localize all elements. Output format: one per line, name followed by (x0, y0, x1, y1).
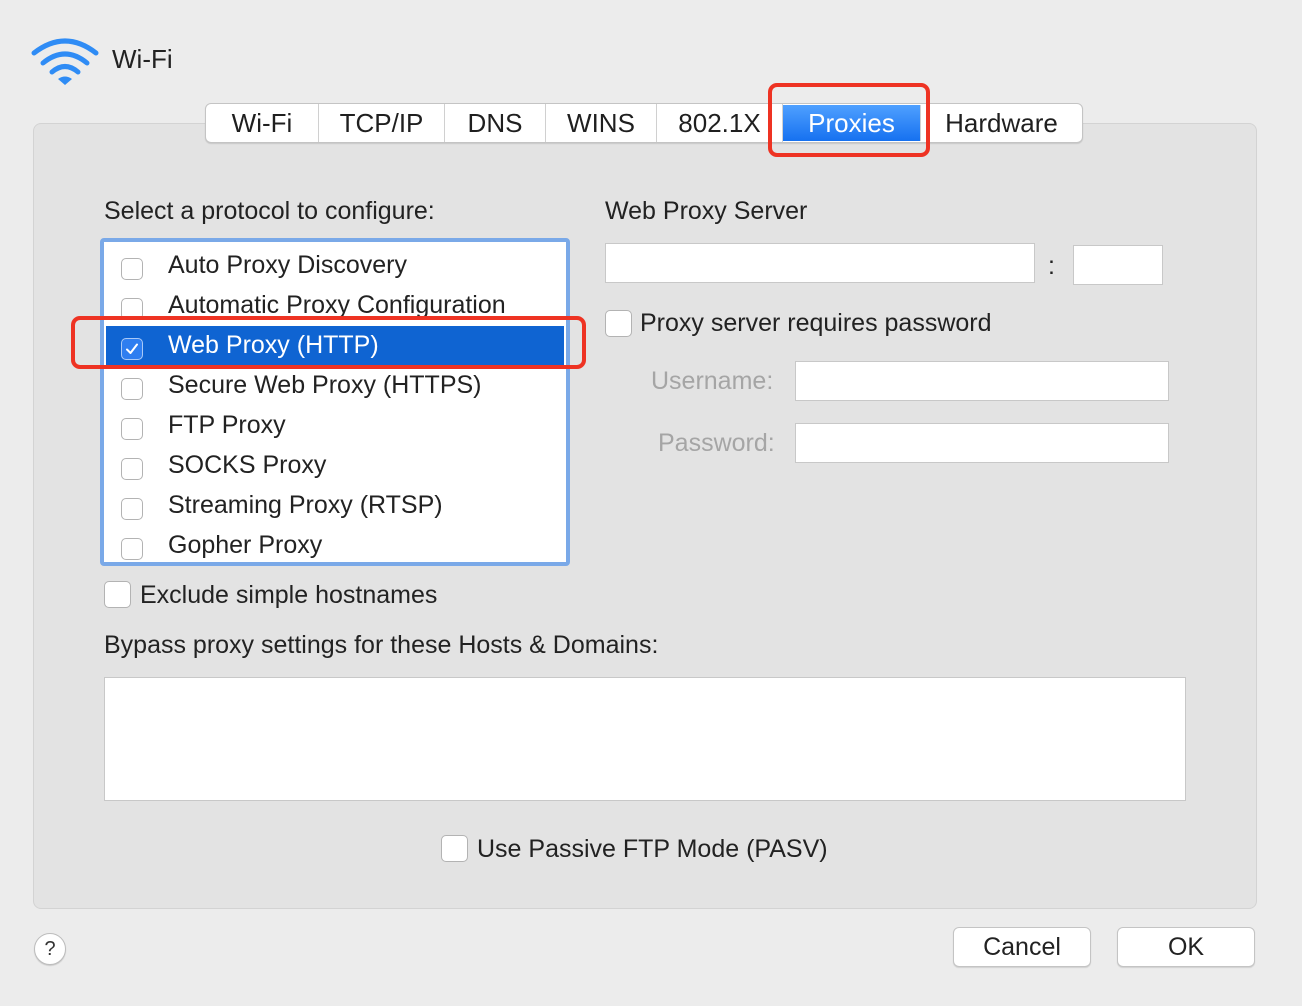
protocol-list[interactable]: Auto Proxy Discovery Automatic Proxy Con… (100, 238, 570, 566)
tab-tcpip[interactable]: TCP/IP (319, 104, 445, 142)
passive-ftp-checkbox[interactable] (441, 835, 468, 862)
server-heading: Web Proxy Server (605, 197, 808, 225)
passive-ftp-label: Use Passive FTP Mode (PASV) (477, 835, 828, 863)
wifi-icon (31, 38, 99, 85)
protocol-item-ftp-proxy[interactable]: FTP Proxy (106, 406, 564, 446)
window-title: Wi-Fi (112, 44, 173, 74)
protocol-label: Streaming Proxy (RTSP) (168, 491, 443, 519)
protocol-label: Gopher Proxy (168, 531, 323, 559)
protocol-item-gopher-proxy[interactable]: Gopher Proxy (106, 526, 564, 566)
tab-hardware[interactable]: Hardware (921, 104, 1082, 142)
username-field[interactable] (795, 361, 1169, 401)
protocol-item-auto-discovery[interactable]: Auto Proxy Discovery (106, 246, 564, 286)
protocol-item-web-proxy-http[interactable]: Web Proxy (HTTP) (106, 326, 564, 366)
cancel-button[interactable]: Cancel (953, 927, 1091, 967)
exclude-hostnames-label: Exclude simple hostnames (140, 581, 438, 609)
tab-bar: Wi-Fi TCP/IP DNS WINS 802.1X Proxies Har… (205, 103, 1083, 143)
protocol-label: Web Proxy (HTTP) (168, 331, 379, 359)
tab-dns[interactable]: DNS (445, 104, 546, 142)
protocol-checkbox[interactable] (121, 458, 143, 480)
proxy-port-input[interactable] (1073, 245, 1163, 285)
protocol-checkbox[interactable] (121, 418, 143, 440)
protocol-item-secure-web-proxy[interactable]: Secure Web Proxy (HTTPS) (106, 366, 564, 406)
password-label: Password: (658, 429, 775, 457)
bypass-label: Bypass proxy settings for these Hosts & … (104, 631, 659, 659)
protocol-item-auto-config[interactable]: Automatic Proxy Configuration (106, 286, 564, 326)
protocol-item-streaming-proxy[interactable]: Streaming Proxy (RTSP) (106, 486, 564, 526)
protocol-label: Automatic Proxy Configuration (168, 291, 506, 319)
protocol-label: FTP Proxy (168, 411, 286, 439)
protocol-checkbox[interactable] (121, 538, 143, 560)
protocol-list-heading: Select a protocol to configure: (104, 197, 435, 225)
proxy-host-input[interactable] (605, 243, 1035, 283)
protocol-checkbox[interactable] (121, 258, 143, 280)
tab-proxies[interactable]: Proxies (783, 105, 921, 141)
bypass-hosts-textarea[interactable] (104, 677, 1186, 801)
protocol-checkbox[interactable] (121, 338, 143, 360)
tab-8021x[interactable]: 802.1X (657, 104, 783, 142)
tab-wins[interactable]: WINS (546, 104, 657, 142)
protocol-label: Auto Proxy Discovery (168, 251, 407, 279)
protocol-checkbox[interactable] (121, 298, 143, 320)
password-field[interactable] (795, 423, 1169, 463)
ok-button[interactable]: OK (1117, 927, 1255, 967)
protocol-label: Secure Web Proxy (HTTPS) (168, 371, 482, 399)
host-port-separator: : (1048, 252, 1055, 280)
requires-password-checkbox[interactable] (605, 310, 632, 337)
username-label: Username: (651, 367, 774, 395)
tab-wifi[interactable]: Wi-Fi (206, 104, 319, 142)
protocol-label: SOCKS Proxy (168, 451, 327, 479)
requires-password-label: Proxy server requires password (640, 309, 992, 337)
protocol-checkbox[interactable] (121, 498, 143, 520)
checkmark-icon (126, 343, 138, 354)
help-button[interactable]: ? (34, 933, 66, 965)
exclude-hostnames-checkbox[interactable] (104, 581, 131, 608)
protocol-checkbox[interactable] (121, 378, 143, 400)
protocol-item-socks-proxy[interactable]: SOCKS Proxy (106, 446, 564, 486)
